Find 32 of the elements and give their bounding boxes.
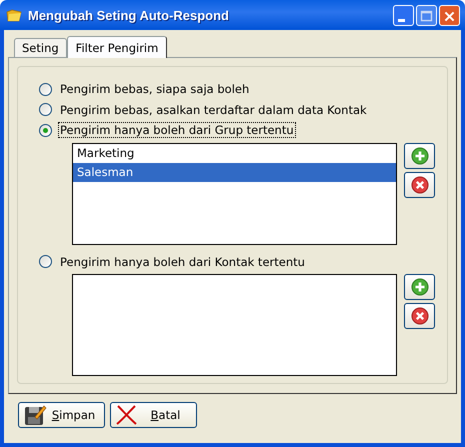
- list-box[interactable]: [72, 274, 397, 376]
- tab[interactable]: Filter Pengirim: [66, 36, 168, 58]
- plus-icon: [410, 146, 428, 164]
- radio-label[interactable]: Pengirim hanya boleh dari Kontak tertentu: [58, 254, 307, 270]
- cross-icon: [115, 403, 139, 427]
- remove-button[interactable]: [404, 172, 435, 198]
- add-button[interactable]: [404, 274, 435, 300]
- radio-label[interactable]: Pengirim bebas, siapa saja boleh: [58, 81, 252, 98]
- cancel-button[interactable]: Batal: [110, 402, 197, 428]
- list-item[interactable]: Salesman: [73, 162, 396, 182]
- window-title: Mengubah Seting Auto-Respond: [28, 8, 230, 22]
- radio-label[interactable]: Pengirim bebas, asalkan terdaftar dalam data Kontak: [58, 102, 369, 118]
- save-button[interactable]: Simpan: [18, 402, 105, 428]
- list-box[interactable]: Marketing Salesman: [72, 142, 397, 244]
- add-button[interactable]: [404, 142, 435, 168]
- remove-icon: [410, 307, 428, 325]
- tab[interactable]: Seting: [14, 38, 67, 57]
- minimize-button[interactable]: [393, 4, 414, 26]
- remove-icon: [410, 176, 428, 194]
- radio-button[interactable]: [39, 82, 52, 96]
- plus-icon: [410, 278, 428, 296]
- radio-button[interactable]: [39, 124, 52, 137]
- folder-icon: [6, 7, 22, 23]
- close-button[interactable]: [439, 4, 460, 26]
- radio-label[interactable]: Pengirim hanya boleh dari Grup tertentu: [58, 122, 296, 138]
- list-item[interactable]: Marketing: [73, 144, 396, 162]
- floppy-disk-icon: [23, 403, 47, 427]
- radio-button[interactable]: [39, 103, 52, 116]
- radio-button[interactable]: [39, 255, 52, 268]
- remove-button[interactable]: [404, 303, 435, 329]
- minimize-icon: [398, 18, 405, 22]
- maximize-button[interactable]: [416, 4, 437, 26]
